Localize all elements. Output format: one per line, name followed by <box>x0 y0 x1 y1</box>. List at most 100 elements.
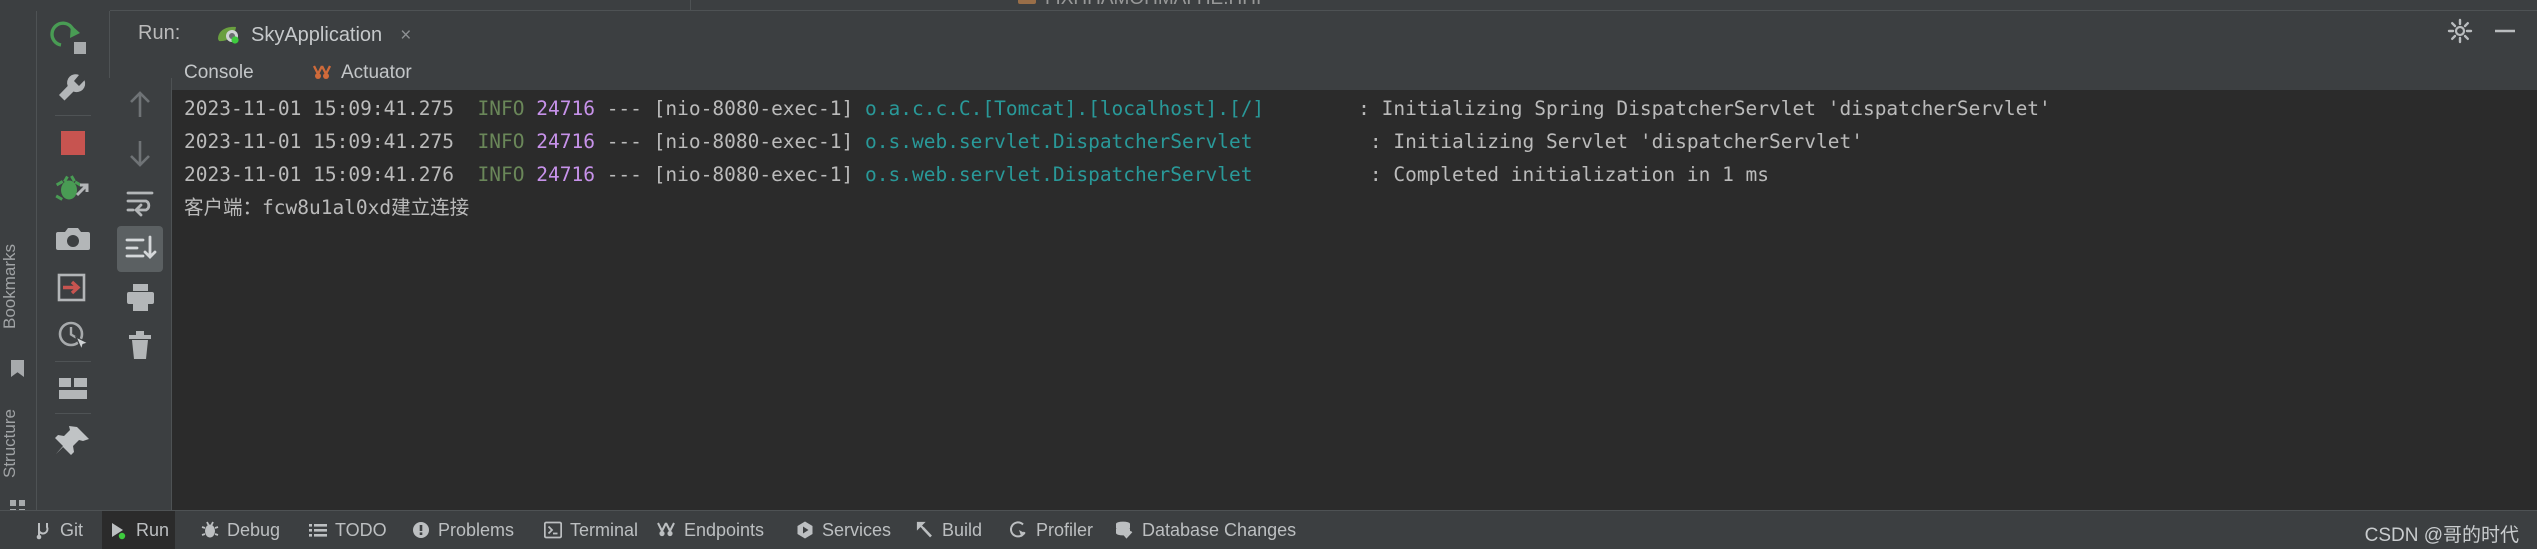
attach-debugger-button[interactable] <box>47 167 99 215</box>
status-item-run[interactable]: Run <box>102 511 175 549</box>
status-item-build-label: Build <box>942 520 982 541</box>
status-bar: Git Run <box>0 510 2537 549</box>
log-colon: : <box>1370 163 1382 186</box>
rerun-button[interactable] <box>47 17 99 65</box>
log-thread: [nio-8080-exec-1] <box>654 130 854 153</box>
log-timestamp: 2023-11-01 15:09:41.276 <box>184 163 454 186</box>
services-icon <box>796 521 814 539</box>
status-item-debug[interactable]: Debug <box>195 511 286 549</box>
scroll-to-end-button[interactable] <box>117 226 163 272</box>
editor-tab-sliver: ΓΙΧΗΠΑΜΟΗΜΑΓΗΕ.ΠΠΙ <box>0 0 2537 11</box>
run-configuration-tab[interactable]: SkyApplication × <box>210 15 417 55</box>
actuator-icon <box>311 63 333 83</box>
run-play-icon <box>108 520 128 540</box>
run-label: Run: <box>138 22 180 45</box>
status-item-build[interactable]: Build <box>910 511 988 549</box>
log-colon: : <box>1358 97 1370 120</box>
log-pid: 24716 <box>536 163 595 186</box>
status-item-profiler-label: Profiler <box>1036 520 1093 541</box>
console-toolbar <box>109 78 172 510</box>
sidebar-item-structure[interactable]: Structure <box>0 386 36 501</box>
left-tool-window-strip: Bookmarks Structure <box>0 11 36 510</box>
run-header: Run: SkyApplication × <box>110 11 2537 55</box>
status-item-git-label: Git <box>60 520 83 541</box>
status-item-todo-label: TODO <box>335 520 387 541</box>
log-pad-0 <box>1264 97 1358 120</box>
gear-icon[interactable] <box>2447 18 2473 44</box>
sidebar-item-bookmarks[interactable]: Bookmarks <box>0 216 36 356</box>
build-hammer-icon <box>916 521 934 539</box>
profiler-icon <box>1010 521 1028 539</box>
toolbar-separator-3 <box>55 413 91 414</box>
log-logger: o.s.web.servlet.DispatcherServlet <box>865 130 1252 153</box>
pin-button[interactable] <box>47 417 99 465</box>
log-timestamp: 2023-11-01 15:09:41.275 <box>184 130 454 153</box>
log-separator: --- <box>607 163 642 186</box>
layout-button[interactable] <box>47 365 99 413</box>
bookmark-flag-icon <box>11 360 24 377</box>
database-changes-icon <box>1114 521 1134 539</box>
run-toolbar <box>36 11 110 510</box>
status-item-git[interactable]: Git <box>28 511 89 549</box>
status-item-endpoints[interactable]: Endpoints <box>650 511 770 549</box>
log-pad-2 <box>1252 163 1369 186</box>
console-output[interactable]: 2023-11-01 15:09:41.275 INFO 24716 --- [… <box>172 90 2537 510</box>
terminal-icon <box>544 521 562 539</box>
run-configuration-name: SkyApplication <box>251 24 382 47</box>
log-thread: [nio-8080-exec-1] <box>654 163 854 186</box>
todo-list-icon <box>309 521 327 539</box>
problems-icon <box>412 521 430 539</box>
status-item-problems-label: Problems <box>438 520 514 541</box>
scroll-up-button[interactable] <box>117 82 163 128</box>
scroll-down-button[interactable] <box>117 130 163 176</box>
toolbar-separator-1 <box>55 115 91 116</box>
soft-wrap-button[interactable] <box>117 178 163 224</box>
log-separator: --- <box>607 97 642 120</box>
status-item-services-label: Services <box>822 520 891 541</box>
tab-actuator-label: Actuator <box>341 62 412 84</box>
log-line: 2023-11-01 15:09:41.275 INFO 24716 --- [… <box>184 131 1863 153</box>
history-button[interactable] <box>47 311 99 359</box>
status-item-todo[interactable]: TODO <box>303 511 393 549</box>
log-message: Initializing Servlet 'dispatcherServlet' <box>1393 130 1863 153</box>
debug-bug-icon <box>201 520 219 540</box>
exit-button[interactable] <box>47 263 99 311</box>
log-plain-line: 客户端：fcw8u1al0xd建立连接 <box>184 197 469 219</box>
status-item-terminal[interactable]: Terminal <box>538 511 644 549</box>
toolbar-separator-2 <box>55 361 91 362</box>
log-separator: --- <box>607 130 642 153</box>
watermark: CSDN @哥的时代 <box>2365 520 2519 547</box>
log-thread: [nio-8080-exec-1] <box>654 97 854 120</box>
status-item-database-changes-label: Database Changes <box>1142 520 1296 541</box>
sliver-vertical-divider <box>690 0 691 11</box>
log-message: Completed initialization in 1 ms <box>1393 163 1769 186</box>
log-pid: 24716 <box>536 97 595 120</box>
tab-console-label: Console <box>184 62 254 84</box>
log-colon: : <box>1370 130 1382 153</box>
log-line: 2023-11-01 15:09:41.275 INFO 24716 --- [… <box>184 98 2051 120</box>
minimize-icon[interactable] <box>2492 18 2518 44</box>
console-tabbar: Console Actuator <box>171 50 2537 90</box>
stop-button[interactable] <box>47 119 99 167</box>
status-item-problems[interactable]: Problems <box>406 511 520 549</box>
spring-boot-leaf-icon <box>216 24 242 46</box>
log-level: INFO <box>478 130 525 153</box>
tab-console[interactable]: Console <box>184 56 254 90</box>
status-item-run-label: Run <box>136 520 169 541</box>
close-icon[interactable]: × <box>400 26 411 45</box>
status-item-services[interactable]: Services <box>790 511 897 549</box>
log-pid: 24716 <box>536 130 595 153</box>
status-item-profiler[interactable]: Profiler <box>1004 511 1099 549</box>
status-item-terminal-label: Terminal <box>570 520 638 541</box>
clear-all-button[interactable] <box>117 322 163 368</box>
camera-button[interactable] <box>47 215 99 263</box>
log-message: Initializing Spring DispatcherServlet 'd… <box>1382 97 2051 120</box>
editor-tab-ghost-label: ΓΙΧΗΠΑΜΟΗΜΑΓΗΕ.ΠΠΙ <box>1045 0 1261 10</box>
tab-actuator[interactable]: Actuator <box>311 56 412 90</box>
print-button[interactable] <box>117 274 163 320</box>
edit-configuration-button[interactable] <box>47 65 99 113</box>
log-level: INFO <box>478 97 525 120</box>
status-item-database-changes[interactable]: Database Changes <box>1108 511 1302 549</box>
log-line: 2023-11-01 15:09:41.276 INFO 24716 --- [… <box>184 164 1769 186</box>
git-branch-icon <box>34 520 52 540</box>
